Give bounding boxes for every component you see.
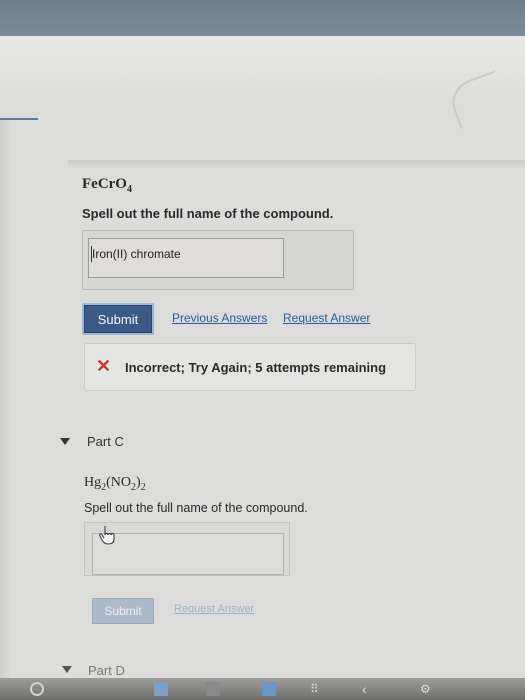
collapse-triangle-icon[interactable] [60, 438, 70, 445]
taskbar-app-icon[interactable] [154, 682, 168, 696]
request-answer-link-c[interactable]: Request Answer [174, 603, 254, 615]
left-accent-rule [0, 118, 38, 120]
previous-answers-link[interactable]: Previous Answers [172, 311, 267, 325]
part-divider [68, 160, 525, 168]
submit-button-c[interactable]: Submit [92, 598, 154, 624]
question-prompt-c: Spell out the full name of the compound. [84, 501, 308, 515]
incorrect-x-icon: ✕ [96, 356, 112, 376]
collapse-triangle-icon-d[interactable] [62, 666, 72, 673]
browser-top-band [0, 0, 525, 36]
taskbar-grid-icon[interactable]: ⠿ [310, 682, 324, 696]
taskbar-settings-icon[interactable]: ⚙ [420, 682, 434, 696]
taskbar-app-icon[interactable] [262, 682, 276, 696]
part-d-label[interactable]: Part D [88, 663, 125, 678]
answer-input-c[interactable] [92, 533, 284, 575]
question-prompt: Spell out the full name of the compound. [82, 206, 334, 221]
compound-formula: FeCrO4 [82, 176, 132, 195]
compound-formula-c: Hg2(NO2)2 [84, 475, 146, 493]
part-c-label[interactable]: Part C [87, 434, 124, 449]
submit-button[interactable]: Submit [84, 305, 152, 333]
left-panel-edge [0, 118, 12, 678]
feedback-message: Incorrect; Try Again; 5 attempts remaini… [125, 360, 387, 375]
hand-cursor-icon [99, 526, 115, 545]
taskbar-search-icon[interactable] [30, 682, 44, 696]
taskbar-back-icon[interactable]: ‹ [362, 682, 376, 696]
taskbar-app-icon[interactable] [206, 682, 220, 696]
page-header-area [0, 36, 525, 106]
answer-input-value: Iron(II) chromate [92, 247, 181, 261]
request-answer-link[interactable]: Request Answer [283, 311, 370, 325]
